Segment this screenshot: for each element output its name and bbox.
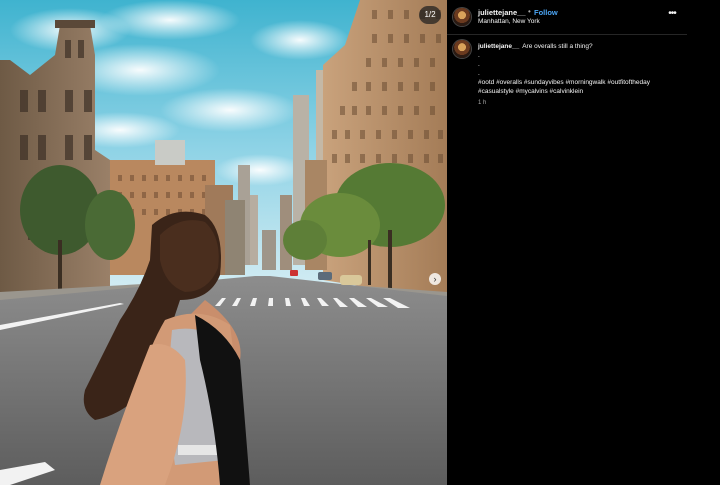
follow-button[interactable]: Follow <box>534 8 558 17</box>
separator-dot: • <box>528 7 531 16</box>
chevron-right-icon[interactable]: › <box>429 273 441 285</box>
header-username[interactable]: juliettejane__ <box>478 8 526 17</box>
post-side-panel: juliettejane__ • Follow Manhattan, New Y… <box>447 0 720 485</box>
caption-dot-line: . <box>478 70 480 77</box>
post-header: juliettejane__ • Follow Manhattan, New Y… <box>447 0 720 34</box>
post-caption: juliettejane__ Are overalls still a thing… <box>478 42 678 108</box>
caption-text: Are overalls still a thing? <box>522 43 593 50</box>
header-divider <box>447 34 687 35</box>
street-scene-image <box>0 0 447 485</box>
caption-avatar[interactable] <box>453 40 471 58</box>
caption-dot-line: . <box>478 61 480 68</box>
more-horizontal-icon[interactable]: ••• <box>665 9 679 20</box>
post-photo[interactable]: 1/2 › <box>0 0 447 485</box>
post-timestamp[interactable]: 1 h <box>478 99 678 108</box>
caption-hashtags[interactable]: #ootd #overalls #sundayvibes #morningwal… <box>478 78 678 96</box>
photo-counter-badge: 1/2 <box>419 6 441 24</box>
avatar[interactable] <box>453 8 471 26</box>
caption-username[interactable]: juliettejane__ <box>478 43 519 50</box>
location-link[interactable]: Manhattan, New York <box>478 18 540 25</box>
caption-dot-line: . <box>478 52 480 59</box>
